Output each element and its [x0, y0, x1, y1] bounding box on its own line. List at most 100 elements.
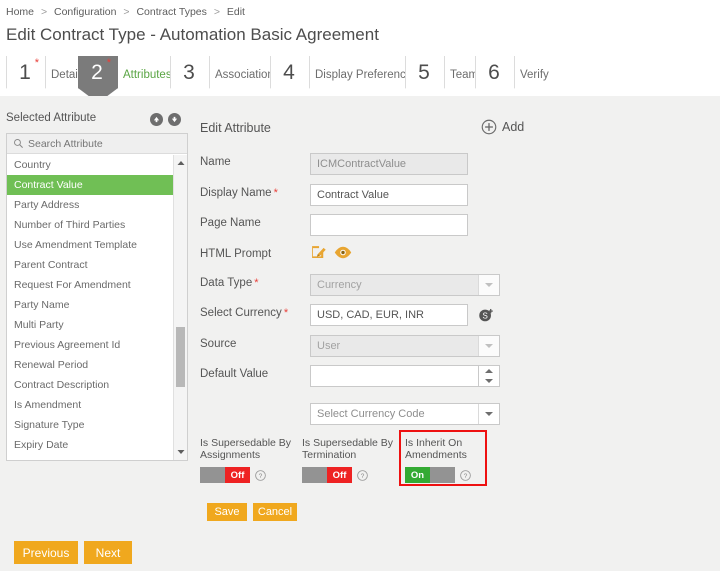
breadcrumb-item-contract-types[interactable]: Contract Types — [136, 6, 206, 18]
default-value-label-text: Default Value — [200, 368, 268, 380]
add-attribute-button[interactable]: Add — [481, 119, 524, 135]
eye-icon[interactable] — [334, 244, 352, 261]
chevron-down-icon[interactable] — [478, 275, 499, 295]
save-button[interactable]: Save — [207, 503, 247, 521]
data-type-control: Currency — [310, 274, 500, 296]
step-number: 1 — [19, 56, 31, 90]
toggle-group: Is Supersedable By Assignments Off ? Is … — [200, 437, 500, 493]
default-value-field[interactable] — [310, 365, 479, 387]
toggle-label: Is Inherit On Amendments — [405, 437, 497, 461]
required-asterisk: * — [272, 187, 278, 199]
toggle-is-inherit-on-amendments[interactable]: On — [405, 467, 455, 483]
list-item[interactable]: Use Amendment Template — [7, 235, 173, 255]
toggle-knob — [302, 467, 327, 483]
page-title: Edit Contract Type - Automation Basic Ag… — [6, 25, 379, 45]
step-2-attributes[interactable]: 2 * Attributes — [78, 54, 172, 96]
help-icon[interactable]: ? — [460, 470, 471, 481]
step-badge: 1 * — [6, 56, 44, 94]
search-input[interactable] — [28, 138, 178, 150]
html-prompt-label-text: HTML Prompt — [200, 248, 271, 260]
source-select[interactable]: User — [310, 335, 500, 357]
arrow-up-icon[interactable] — [150, 113, 163, 126]
breadcrumb-item-home[interactable]: Home — [6, 6, 34, 18]
step-label: Association — [208, 69, 274, 81]
arrow-up-glyph — [153, 116, 160, 123]
toggle-state-label: On — [405, 467, 430, 483]
list-item[interactable]: Previous Agreement Id — [7, 335, 173, 355]
help-icon[interactable]: ? — [357, 470, 368, 481]
display-name-field[interactable] — [310, 184, 468, 206]
currency-code-select[interactable]: Select Currency Code — [310, 403, 500, 425]
svg-text:S: S — [482, 312, 487, 321]
attribute-list-scrollbar[interactable] — [173, 155, 187, 460]
currency-code-control: Select Currency Code — [310, 403, 500, 425]
source-value: User — [317, 336, 340, 356]
list-item[interactable]: Multi Party — [7, 315, 173, 335]
step-badge: 6 — [475, 56, 513, 94]
step-5-team[interactable]: 5 Team — [405, 54, 478, 96]
list-item[interactable]: Expiry Date — [7, 435, 173, 455]
list-item[interactable]: Renewal Period — [7, 355, 173, 375]
name-control — [310, 153, 468, 175]
page-name-field[interactable] — [310, 214, 468, 236]
step-4-display-preference[interactable]: 4 Display Preference — [270, 54, 412, 96]
toggle-label: Is Supersedable By Termination — [302, 437, 394, 461]
spinner-buttons — [479, 365, 500, 387]
html-prompt-control — [310, 244, 352, 261]
page-name-control — [310, 214, 468, 236]
attribute-list[interactable]: CountryContract ValueParty AddressNumber… — [7, 155, 173, 460]
toggle-supersedable-by-assignments[interactable]: Off — [200, 467, 250, 483]
display-name-label: Display Name* — [200, 187, 278, 199]
page-name-label-text: Page Name — [200, 217, 261, 229]
step-badge: 2 * — [78, 56, 116, 94]
list-item[interactable]: Parent Contract — [7, 255, 173, 275]
edit-pencil-icon[interactable] — [310, 244, 327, 261]
data-type-value: Currency — [317, 275, 362, 295]
toggle-knob — [430, 467, 455, 483]
list-item[interactable]: Effective Date — [7, 455, 173, 460]
breadcrumb-item-edit[interactable]: Edit — [227, 6, 245, 18]
list-item[interactable]: Country — [7, 155, 173, 175]
cancel-button[interactable]: Cancel — [253, 503, 297, 521]
list-item[interactable]: Party Name — [7, 295, 173, 315]
step-3-association[interactable]: 3 Association — [170, 54, 274, 96]
list-item[interactable]: Number of Third Parties — [7, 215, 173, 235]
list-item[interactable]: Contract Value — [7, 175, 173, 195]
required-asterisk: * — [282, 307, 288, 319]
list-item[interactable]: Party Address — [7, 195, 173, 215]
list-item[interactable]: Is Amendment — [7, 395, 173, 415]
scroll-up-icon[interactable] — [174, 156, 187, 170]
next-button[interactable]: Next — [84, 541, 132, 564]
chevron-down-icon[interactable] — [478, 336, 499, 356]
step-number: 3 — [183, 56, 195, 90]
list-item[interactable]: Contract Description — [7, 375, 173, 395]
spinner-up-icon[interactable] — [479, 366, 499, 376]
step-badge: 5 — [405, 56, 443, 94]
spinner-down-icon[interactable] — [479, 376, 499, 386]
previous-button[interactable]: Previous — [14, 541, 78, 564]
data-type-label: Data Type* — [200, 277, 259, 289]
scroll-down-icon[interactable] — [174, 445, 187, 459]
data-type-select[interactable]: Currency — [310, 274, 500, 296]
scrollbar-thumb[interactable] — [176, 327, 185, 387]
add-currency-icon[interactable]: S — [478, 307, 494, 323]
arrow-down-icon[interactable] — [168, 113, 181, 126]
arrow-down-glyph — [171, 116, 178, 123]
page-name-label: Page Name — [200, 217, 261, 229]
toggle-supersedable-by-termination[interactable]: Off — [302, 467, 352, 483]
breadcrumb-item-configuration[interactable]: Configuration — [54, 6, 116, 18]
name-field[interactable] — [310, 153, 468, 175]
attribute-list-box: CountryContract ValueParty AddressNumber… — [6, 133, 188, 461]
select-currency-control — [310, 304, 468, 326]
select-currency-field[interactable] — [310, 304, 468, 326]
list-item[interactable]: Request For Amendment — [7, 275, 173, 295]
help-icon[interactable]: ? — [255, 470, 266, 481]
default-value-label: Default Value — [200, 368, 268, 380]
chevron-down-icon[interactable] — [478, 404, 499, 424]
step-6-verify[interactable]: 6 Verify — [475, 54, 549, 96]
list-item[interactable]: Signature Type — [7, 415, 173, 435]
step-number: 4 — [283, 56, 295, 90]
step-1-details[interactable]: 1 * Details — [6, 54, 86, 96]
breadcrumb-separator: > — [210, 6, 224, 18]
breadcrumb-separator: > — [37, 6, 51, 18]
